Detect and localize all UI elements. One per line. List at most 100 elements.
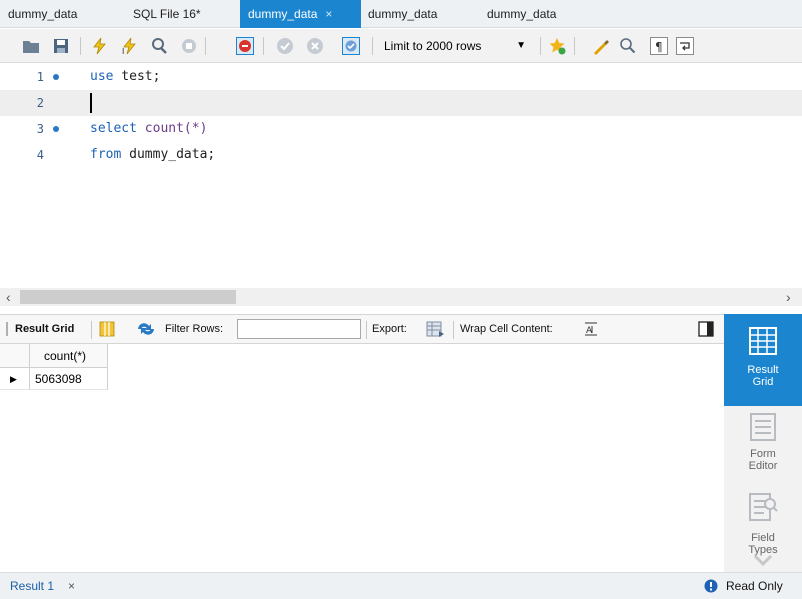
row-selector[interactable]: ▶ [0,368,30,390]
result-grid-button-label-1: Result [747,364,779,376]
grid-corner-header [0,344,30,368]
sql-function: count(*) [136,121,208,136]
sql-text: test; [113,69,161,84]
find-icon[interactable] [619,37,637,55]
line-number: 4 [36,148,44,162]
toolbar-separator [372,37,373,55]
wrap-icon[interactable] [676,37,694,55]
result-toolbar: Result Grid Filter Rows: Export: Wrap Ce… [0,314,724,344]
wrap-cell-content-label: Wrap Cell Content: [460,323,553,335]
commit-icon[interactable] [276,37,294,55]
chevron-down-icon: ▼ [516,40,526,51]
tab-dummy-data-1[interactable]: dummy_data [8,0,77,28]
filter-rows-label: Filter Rows: [165,323,224,335]
sql-text: dummy_data; [121,147,216,162]
editor-tab-bar: dummy_data SQL File 16* dummy_data × dumm… [0,0,802,28]
grid-cell[interactable]: 5063098 [30,368,108,390]
toolbar-separator [366,321,367,339]
result-status-bar: Result 1 × Read Only [0,572,802,599]
toolbar-grip [6,322,8,336]
line-number: 2 [36,96,44,110]
sql-keyword: from [90,147,122,162]
statement-marker-icon [53,74,59,80]
result-grid-icon [749,327,777,355]
toggle-error-stop-icon[interactable] [236,37,254,55]
toolbar-separator [574,37,575,55]
wrap-cell-icon[interactable]: A [584,322,598,336]
form-editor-icon [750,413,776,441]
field-types-icon [749,493,778,521]
toolbar-separator [263,37,264,55]
scrollbar-thumb[interactable] [20,290,236,304]
limit-rows-select[interactable]: Limit to 2000 rows ▼ [384,35,534,57]
open-folder-icon[interactable] [22,37,40,55]
code-text: from dummy_data; [90,142,215,168]
toggle-side-panel-icon[interactable] [698,321,714,337]
read-only-label: Read Only [726,579,783,593]
save-icon[interactable] [52,37,70,55]
export-icon[interactable] [426,321,446,338]
filter-rows-input[interactable] [237,319,361,339]
form-editor-button-label-1: Form [750,448,776,460]
execute-current-icon[interactable]: I [120,37,138,55]
sql-editor[interactable]: 1 use test; 2 3 select count(*) 4 from d… [0,64,802,286]
editor-line-3[interactable]: 3 select count(*) [0,116,802,142]
current-row-arrow-icon: ▶ [10,374,17,384]
result-grid-label[interactable]: Result Grid [15,315,74,343]
result-side-panel: Result Grid Form Editor Field Types [724,314,802,572]
result-grid-button[interactable]: Result Grid [724,314,802,406]
toolbar-separator [205,37,206,55]
sql-keyword: select [90,121,137,136]
statement-marker-icon [53,126,59,132]
export-label: Export: [372,323,407,335]
tab-label: dummy_data [8,7,78,21]
tab-sql-file-16[interactable]: SQL File 16* [133,0,201,28]
code-text: use test; [90,64,160,90]
toolbar-separator [540,37,541,55]
toolbar-separator [80,37,81,55]
beautify-icon[interactable] [592,37,610,55]
line-number: 1 [36,70,44,84]
toolbar-separator [91,321,92,339]
toggle-columns-icon[interactable] [98,321,116,337]
tab-label: dummy_data [248,7,318,21]
explain-icon[interactable] [150,37,168,55]
form-editor-button[interactable]: Form Editor [724,406,802,488]
svg-text:I: I [122,47,124,55]
tab-label: SQL File 16* [133,7,201,21]
editor-line-2[interactable]: 2 [0,90,802,116]
field-types-button-label-1: Field [751,532,775,544]
form-editor-button-label-2: Editor [748,460,778,472]
invisible-chars-icon[interactable]: ¶ [650,37,668,55]
tab-dummy-data-4[interactable]: dummy_data [487,0,556,28]
svg-text:¶: ¶ [655,40,663,54]
sql-editor-toolbar: I Limit to 2000 rows ▼ ¶ [0,29,802,63]
limit-rows-value: Limit to 2000 rows [384,39,482,53]
editor-horizontal-scrollbar[interactable]: ‹ › [0,288,802,306]
text-cursor [90,93,92,113]
scroll-down-icon[interactable] [753,554,773,566]
autocommit-icon[interactable] [342,37,360,55]
refresh-icon[interactable] [136,321,156,337]
tab-label: dummy_data [487,7,557,21]
execute-icon[interactable] [90,37,108,55]
result-grid-button-label-2: Grid [752,376,774,388]
tab-close-icon[interactable]: × [325,7,332,21]
editor-line-4[interactable]: 4 from dummy_data; [0,142,802,168]
scroll-right-icon[interactable]: › [786,288,791,306]
tab-dummy-data-active[interactable]: dummy_data × [240,0,361,28]
result-tab-label[interactable]: Result 1 [10,573,54,599]
tab-label: dummy_data [368,7,438,21]
field-types-button[interactable]: Field Types [724,488,802,572]
scroll-left-icon[interactable]: ‹ [6,288,11,306]
tab-dummy-data-3[interactable]: dummy_data [368,0,437,28]
stop-icon[interactable] [180,37,198,55]
code-text: select count(*) [90,116,207,142]
bookmark-icon[interactable] [548,37,566,55]
result-grid: count(*) ▶ 5063098 [0,344,724,572]
rollback-icon[interactable] [306,37,324,55]
column-header-count[interactable]: count(*) [30,344,108,368]
result-tab-close-icon[interactable]: × [68,573,75,599]
line-number: 3 [36,122,44,136]
editor-line-1[interactable]: 1 use test; [0,64,802,90]
